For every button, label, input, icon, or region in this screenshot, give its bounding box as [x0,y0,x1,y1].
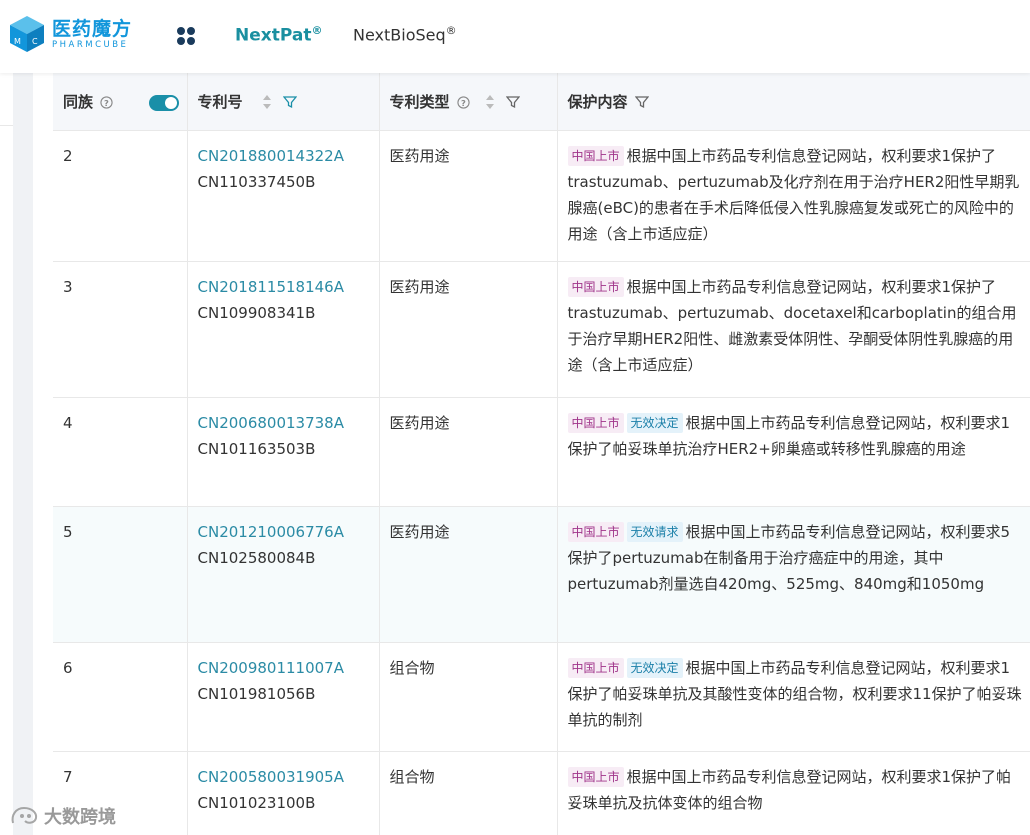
svg-text:?: ? [104,98,109,108]
patent-link[interactable]: CN200580031905A [198,764,369,790]
col-protection-label: 保护内容 [567,92,628,111]
patent-no-cell: CN200680013738A CN101163503B [187,397,380,507]
help-icon[interactable]: ? [100,96,113,109]
protection-cell: 中国上市 根据中国上市药品专利信息登记网站，权利要求1保护了trastuzumab… [557,130,1030,262]
status-badge: 中国上市 [567,766,624,787]
table-row[interactable]: 4 CN200680013738A CN101163503B 医药用途 中国上市 无效决定… [53,397,1030,507]
sort-icon[interactable] [262,94,272,110]
status-badge: 中国上市 [567,145,624,166]
family-count: 6 [53,642,188,752]
status-badge: 中国上市 [567,521,624,542]
protection-cell: 中国上市 无效决定 根据中国上市药品专利信息登记网站，权利要求1保护了帕妥珠单抗及其… [557,642,1030,752]
status-badge: 无效请求 [626,521,683,542]
status-badge: 中国上市 [567,412,624,433]
brand-name-en: PHARMCUBE [52,39,129,50]
cube-logo-icon: M C [10,16,44,52]
patent-link[interactable]: CN201210006776A [198,519,369,545]
patent-no-cell: CN201811518146A CN109908341B [187,261,380,398]
patent-type-cell: 医药用途 [379,130,558,262]
patent-grant-no: CN110337450B [197,172,316,191]
patent-no-cell: CN201210006776A CN102580084B [187,506,380,643]
left-side-panel [0,73,13,835]
patent-grant-no: CN101023100B [197,793,316,812]
apps-grid-icon[interactable] [176,26,196,46]
table-row[interactable]: 5 CN201210006776A CN102580084B 医药用途 中国上市 无效请求… [53,506,1030,643]
svg-text:M: M [14,37,21,46]
protection-text: 根据中国上市药品专利信息登记网站，权利要求1保护了trastuzumab、per… [567,146,1020,243]
family-count: 3 [53,261,188,398]
patent-no-cell: CN200980111007A CN101981056B [187,642,380,752]
watermark-logo-icon [11,806,38,824]
patent-table: 同族 ? 专利号 专利类型 ? 保护内容 2 CN201880014322A C… [53,73,1030,835]
patent-link[interactable]: CN200680013738A [198,410,369,436]
status-badge: 无效决定 [626,412,683,433]
help-icon[interactable]: ? [457,96,470,109]
patent-type-cell: 医药用途 [379,506,558,643]
filter-icon[interactable] [634,95,649,109]
sort-icon[interactable] [485,94,495,110]
col-protection[interactable]: 保护内容 [557,73,1030,131]
patent-type-cell: 医药用途 [379,397,558,507]
protection-cell: 中国上市 根据中国上市药品专利信息登记网站，权利要求1保护了trastuzumab… [557,261,1030,398]
patent-grant-no: CN101981056B [197,684,316,703]
patent-type-cell: 医药用途 [379,261,558,398]
col-family-label: 同族 [63,92,94,111]
col-patent-no[interactable]: 专利号 [187,73,380,131]
patent-link[interactable]: CN200980111007A [198,655,369,681]
top-navbar: M C 医药魔方 PHARMCUBE NextPat® NextBioSeq® [0,0,1030,73]
table-body: 2 CN201880014322A CN110337450B 医药用途 中国上市 根据中国… [53,130,1030,835]
protection-cell: 中国上市 根据中国上市药品专利信息登记网站，权利要求1保护了帕妥珠单抗及抗体变体的… [557,751,1030,835]
family-count: 2 [53,130,188,262]
table-row[interactable]: 2 CN201880014322A CN110337450B 医药用途 中国上市 根据中国… [53,130,1030,262]
filter-icon[interactable] [506,95,521,109]
filter-icon[interactable] [282,95,297,109]
col-patent-no-label: 专利号 [197,92,243,111]
watermark-text: 大数跨境 [44,807,116,828]
table-row[interactable]: 7 CN200580031905A CN101023100B 组合物 中国上市 根据中国上… [53,751,1030,835]
pharmcube-logo[interactable]: M C 医药魔方 PHARMCUBE [8,14,132,54]
svg-text:C: C [32,37,38,46]
col-patent-type[interactable]: 专利类型 ? [379,73,558,131]
patent-table-container: 同族 ? 专利号 专利类型 ? 保护内容 2 CN201880014322A C… [33,73,1030,835]
family-toggle-switch[interactable] [149,95,179,111]
patent-grant-no: CN102580084B [197,548,316,567]
patent-type-cell: 组合物 [379,751,558,835]
status-badge: 中国上市 [567,276,624,297]
watermark: 大数跨境 [10,803,116,829]
protection-text: 根据中国上市药品专利信息登记网站，权利要求1保护了帕妥珠单抗及抗体变体的组合物 [567,767,1012,812]
patent-grant-no: CN109908341B [197,303,316,322]
table-header-row: 同族 ? 专利号 专利类型 ? 保护内容 [53,73,1030,131]
family-count: 4 [53,397,188,507]
col-family: 同族 ? [53,73,188,131]
protection-text: 根据中国上市药品专利信息登记网站，权利要求1保护了trastuzumab、per… [567,277,1017,374]
patent-grant-no: CN101163503B [197,439,316,458]
status-badge: 无效决定 [626,657,683,678]
svg-text:?: ? [461,98,466,108]
protection-cell: 中国上市 无效决定 根据中国上市药品专利信息登记网站，权利要求1保护了帕妥珠单抗治疗… [557,397,1030,507]
patent-no-cell: CN201880014322A CN110337450B [187,130,380,262]
col-patent-type-label: 专利类型 [389,92,450,111]
table-row[interactable]: 6 CN200980111007A CN101981056B 组合物 中国上市 无效决定根… [53,642,1030,752]
patent-link[interactable]: CN201880014322A [198,143,369,169]
patent-no-cell: CN200580031905A CN101023100B [187,751,380,835]
nav-nextpat[interactable]: NextPat® [235,24,322,46]
nav-nextbioseq[interactable]: NextBioSeq® [353,24,457,44]
brand-name-cn: 医药魔方 [52,17,133,40]
status-badge: 中国上市 [567,657,624,678]
protection-cell: 中国上市 无效请求 根据中国上市药品专利信息登记网站，权利要求5保护了pertuzu… [557,506,1030,643]
family-count: 5 [53,506,188,643]
table-row[interactable]: 3 CN201811518146A CN109908341B 医药用途 中国上市 根据中国… [53,261,1030,398]
patent-type-cell: 组合物 [379,642,558,752]
patent-link[interactable]: CN201811518146A [198,274,369,300]
